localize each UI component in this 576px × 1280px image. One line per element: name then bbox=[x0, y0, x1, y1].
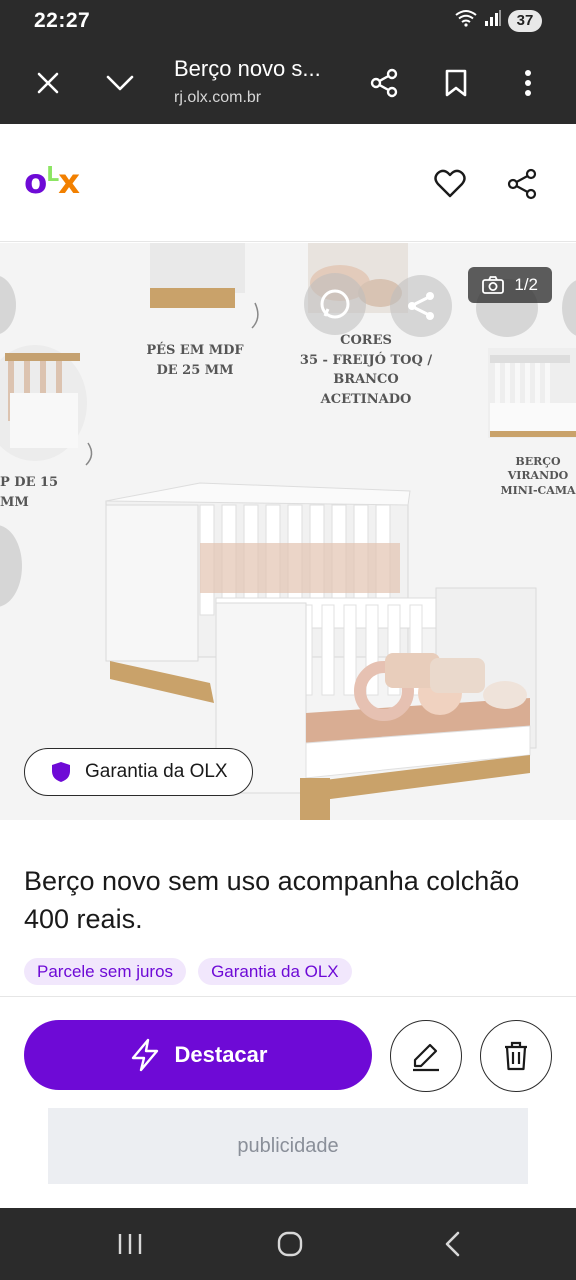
camera-icon bbox=[482, 276, 505, 294]
heart-icon bbox=[434, 169, 466, 198]
bookmark-button[interactable] bbox=[432, 59, 480, 107]
edit-ad-button[interactable] bbox=[390, 1020, 462, 1092]
home-icon bbox=[277, 1231, 303, 1257]
divider bbox=[0, 996, 576, 997]
annotation-feet: PÉS EM MDF DE 25 MM bbox=[146, 343, 244, 378]
signal-icon bbox=[484, 9, 502, 32]
recent-apps-button[interactable] bbox=[106, 1220, 154, 1268]
share-icon bbox=[370, 68, 398, 98]
tag-installments[interactable]: Parcele sem juros bbox=[24, 958, 187, 985]
share-overlay-icon bbox=[390, 275, 452, 337]
annotation-colors: CORES 35 - FREIJÓ TOQ / BRANCO ACETINADO bbox=[299, 333, 433, 407]
status-icons: 37 bbox=[454, 9, 542, 32]
warranty-badge-label: Garantia da OLX bbox=[85, 761, 228, 782]
image-gallery[interactable]: PÉS EM MDF DE 25 MM CORES 35 - FREIJÓ TO… bbox=[0, 243, 576, 820]
pencil-icon bbox=[413, 1043, 439, 1072]
wifi-icon bbox=[454, 9, 478, 32]
share-ad-button[interactable] bbox=[498, 160, 546, 208]
photo-counter-text: 1/2 bbox=[514, 275, 538, 294]
shield-icon bbox=[52, 762, 70, 782]
more-options-button[interactable] bbox=[504, 59, 552, 107]
recent-apps-icon bbox=[118, 1234, 142, 1254]
warranty-badge[interactable]: Garantia da OLX bbox=[24, 748, 253, 796]
listing-tags: Parcele sem juros Garantia da OLX bbox=[24, 958, 352, 985]
bookmark-icon bbox=[445, 69, 467, 97]
page-title: Berço novo s... bbox=[174, 56, 321, 81]
whatsapp-icon bbox=[304, 273, 366, 335]
back-icon bbox=[445, 1231, 460, 1257]
logo-o: o bbox=[24, 162, 47, 202]
site-header: oLx bbox=[0, 124, 576, 242]
ad-placeholder: publicidade bbox=[48, 1108, 528, 1184]
share-page-button[interactable] bbox=[360, 59, 408, 107]
favorite-button[interactable] bbox=[426, 160, 474, 208]
page-url[interactable]: rj.olx.com.br bbox=[174, 89, 261, 107]
feature-ad-label: Destacar bbox=[174, 1042, 268, 1067]
status-time: 22:27 bbox=[34, 9, 91, 32]
close-icon bbox=[37, 72, 59, 94]
trash-icon bbox=[505, 1041, 527, 1071]
logo-l: L bbox=[46, 162, 59, 186]
system-nav-bar bbox=[0, 1208, 576, 1280]
olx-logo[interactable]: oLx bbox=[24, 162, 80, 202]
chevron-down-icon bbox=[106, 75, 134, 91]
browser-toolbar: Berço novo s... rj.olx.com.br bbox=[0, 42, 576, 124]
back-button[interactable] bbox=[428, 1220, 476, 1268]
feature-ad-button[interactable]: Destacar bbox=[24, 1020, 372, 1090]
close-tab-button[interactable] bbox=[24, 59, 72, 107]
share-icon bbox=[507, 168, 537, 200]
battery-indicator: 37 bbox=[508, 9, 542, 32]
home-button[interactable] bbox=[266, 1220, 314, 1268]
lightning-icon bbox=[131, 1038, 158, 1072]
photo-counter: 1/2 bbox=[468, 267, 552, 303]
minimize-button[interactable] bbox=[96, 59, 144, 107]
delete-ad-button[interactable] bbox=[480, 1020, 552, 1092]
logo-x: x bbox=[58, 162, 80, 202]
annotation-side: P DE 15 MM bbox=[0, 475, 59, 510]
more-vert-icon bbox=[525, 70, 531, 96]
tag-warranty[interactable]: Garantia da OLX bbox=[198, 958, 352, 985]
status-bar: 22:27 37 bbox=[0, 0, 576, 42]
annotation-convert: BERÇO VIRANDO MINI-CAMA bbox=[500, 455, 576, 497]
listing-title: Berço novo sem uso acompanha colchão 400… bbox=[24, 866, 520, 934]
